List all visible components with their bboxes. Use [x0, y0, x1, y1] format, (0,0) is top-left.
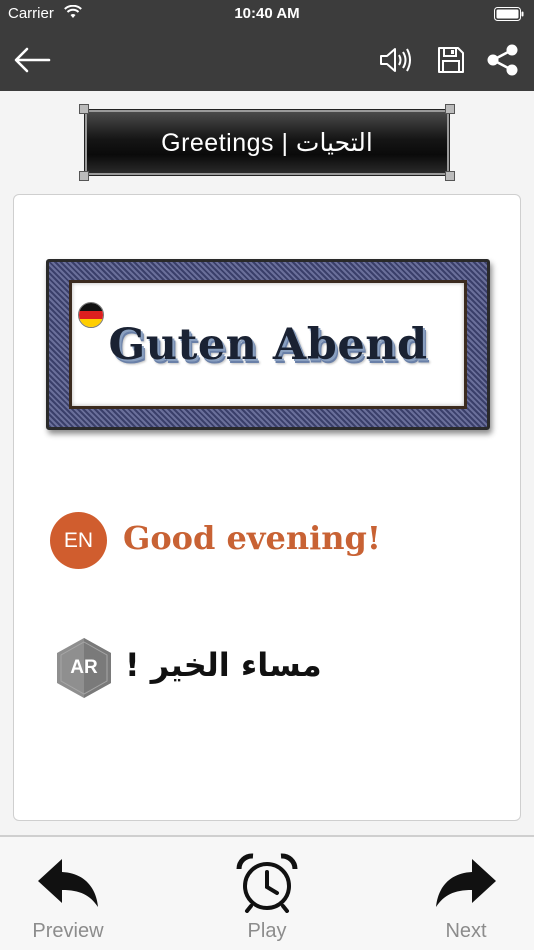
screen: Carrier 10:40 AM Greetings | التحيات Gut…	[0, 0, 534, 950]
battery-icon	[494, 7, 524, 21]
forward-curved-arrow-icon	[436, 859, 496, 907]
save-icon	[438, 46, 464, 73]
section-title-plate: Greetings | التحيات	[79, 104, 455, 181]
play-button[interactable]: Play	[207, 837, 327, 950]
en-badge: EN	[50, 512, 107, 569]
play-label: Play	[247, 920, 287, 942]
alarm-clock-icon	[236, 853, 298, 913]
ar-badge: AR	[70, 657, 98, 678]
share-button[interactable]	[480, 28, 526, 91]
section-title: Greetings | التحيات	[161, 128, 373, 157]
german-phrase: Guten Abend	[108, 320, 428, 370]
back-arrow-icon	[14, 47, 51, 72]
status-time: 10:40 AM	[234, 5, 300, 22]
next-label: Next	[445, 920, 487, 942]
back-button[interactable]	[6, 28, 58, 91]
arabic-phrase: مساء الخير !	[125, 646, 322, 684]
english-phrase: Good evening!	[123, 519, 381, 557]
back-curved-arrow-icon	[38, 859, 98, 907]
preview-icon-wrap	[8, 853, 128, 913]
save-button[interactable]	[430, 28, 472, 91]
preview-button[interactable]: Preview	[8, 837, 128, 950]
preview-label: Preview	[32, 920, 104, 942]
speaker-icon	[380, 47, 411, 72]
next-icon-wrap	[406, 853, 526, 913]
next-button[interactable]: Next	[406, 837, 526, 950]
status-bar: Carrier 10:40 AM	[0, 0, 534, 28]
play-icon-wrap	[207, 853, 327, 913]
share-icon	[487, 44, 518, 75]
speaker-button[interactable]	[374, 28, 418, 91]
nav-bar	[0, 28, 534, 91]
bottom-toolbar: Preview Play Next	[0, 835, 534, 950]
